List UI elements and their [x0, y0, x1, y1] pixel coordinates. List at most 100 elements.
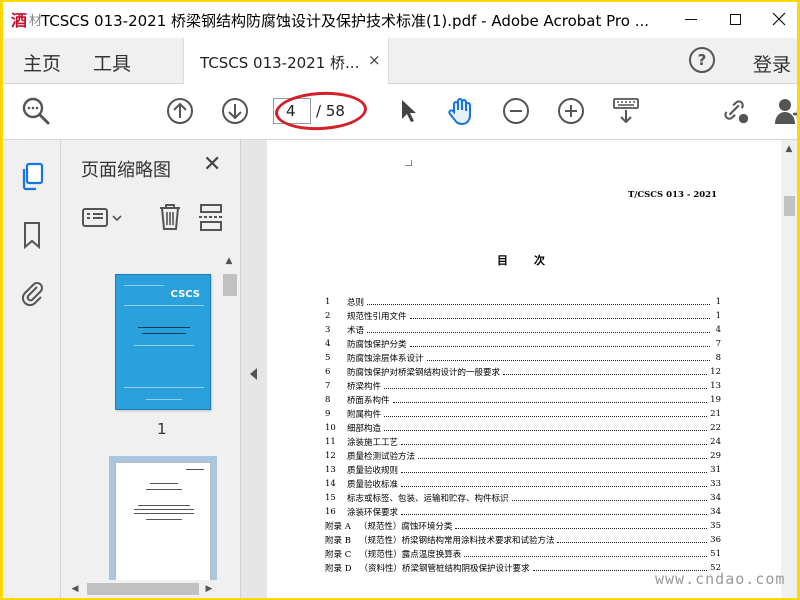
- zoom-out-icon[interactable]: [501, 96, 531, 126]
- toc-text: 质量检测试验方法: [347, 452, 416, 462]
- thumbnail-scrollbar[interactable]: ▲: [221, 248, 239, 578]
- toc-page-number: 36: [710, 535, 721, 545]
- toc-page-number: 12: [710, 367, 721, 377]
- close-window-button[interactable]: [759, 6, 797, 32]
- page-thumbnails-icon[interactable]: [18, 162, 46, 192]
- panel-collapse-strip[interactable]: [241, 140, 267, 598]
- toc-leader: [384, 411, 708, 417]
- toc-leader: [409, 313, 710, 319]
- thumb-line: [124, 305, 204, 306]
- toc-number: 4: [325, 339, 331, 349]
- toc-entry[interactable]: 13 质量验收规则 31: [325, 463, 721, 477]
- toc-entry[interactable]: 3 术语 4: [325, 323, 721, 337]
- thumb-line: [142, 333, 186, 334]
- toc-entry[interactable]: 11 涂装施工工艺 24: [325, 435, 721, 449]
- toc-number: 7: [325, 381, 331, 391]
- thumb-line: [124, 387, 204, 388]
- toc-entry[interactable]: 5 防腐蚀涂层体系设计 8: [325, 351, 721, 365]
- document-view[interactable]: T/CSCS 013 - 2021 目次 1 总则 1 2 规范性引用文件 1 3 术语 4 4 防…: [267, 140, 781, 598]
- toc-number: 13: [325, 465, 336, 475]
- hscrollbar-thumb[interactable]: [87, 583, 199, 595]
- page-up-icon[interactable]: [165, 96, 195, 126]
- tab-home[interactable]: 主页: [23, 49, 61, 76]
- toc-leader: [384, 383, 708, 389]
- toc-entry[interactable]: 7 桥梁构件 13: [325, 379, 721, 393]
- toc-page-number: 22: [710, 423, 721, 433]
- zoom-search-icon[interactable]: [21, 96, 51, 126]
- toc-text: 防腐蚀保护分类: [347, 340, 407, 350]
- bookmark-icon[interactable]: [18, 220, 46, 250]
- link-share-icon[interactable]: [721, 96, 751, 126]
- toc-text: （规范性）腐蚀环境分类: [358, 522, 453, 532]
- zoom-in-icon[interactable]: [556, 96, 586, 126]
- toc-page-number: 13: [710, 381, 721, 391]
- hand-tool-icon[interactable]: [446, 96, 476, 126]
- toc-entry[interactable]: 10 细部构造 22: [325, 421, 721, 435]
- tab-document[interactable]: TCSCS 013-2021 桥... ×: [183, 38, 389, 84]
- toc-page-number: 21: [710, 409, 721, 419]
- toc-entry[interactable]: 12 质量检测试验方法 29: [325, 449, 721, 463]
- toc-page-number: 31: [710, 465, 721, 475]
- toc-entry[interactable]: 附录 B （规范性）桥梁钢结构常用涂料技术要求和试验方法 36: [325, 533, 721, 547]
- thumbnail-page-2[interactable]: [115, 462, 211, 586]
- delete-page-icon[interactable]: [157, 202, 183, 236]
- select-arrow-icon[interactable]: [393, 96, 423, 126]
- toc-text: 涂装施工工艺: [347, 438, 399, 448]
- toc-entry[interactable]: 8 桥面系构件 19: [325, 393, 721, 407]
- thumbnail-options-icon[interactable]: [81, 204, 125, 236]
- user-add-icon[interactable]: [773, 96, 797, 126]
- toc-entry[interactable]: 16 涂装环保要求 34: [325, 505, 721, 519]
- toc-text: 总则: [347, 298, 365, 308]
- login-button[interactable]: 登录: [753, 50, 791, 77]
- toc-entry[interactable]: 4 防腐蚀保护分类 7: [325, 337, 721, 351]
- toc-number: 附录 A: [325, 522, 351, 532]
- page-down-icon[interactable]: [220, 96, 250, 126]
- toc-leader: [464, 551, 708, 557]
- toc-number: 12: [325, 451, 336, 461]
- toc-number: 附录 C: [325, 550, 352, 560]
- toc-entry[interactable]: 9 附属构件 21: [325, 407, 721, 421]
- minimize-button[interactable]: [671, 6, 711, 32]
- toc-leader: [367, 327, 710, 333]
- toc-entry[interactable]: 15 标志或标签、包装、运输和贮存、构件标识 34: [325, 491, 721, 505]
- toc-leader: [401, 467, 708, 473]
- scroll-up-icon[interactable]: ▲: [221, 256, 237, 266]
- thumb-line: [134, 509, 194, 510]
- toc-number: 3: [325, 325, 331, 335]
- keyboard-scroll-icon[interactable]: [611, 96, 641, 126]
- scrollbar-thumb[interactable]: [223, 274, 237, 296]
- crop-pages-icon[interactable]: [197, 202, 225, 236]
- toc-page-number: 33: [710, 479, 721, 489]
- toc-leader: [384, 425, 708, 431]
- toc-leader: [367, 299, 710, 305]
- toc-page-number: 7: [715, 339, 721, 349]
- help-icon[interactable]: ?: [689, 47, 715, 73]
- toc-entry[interactable]: 2 规范性引用文件 1: [325, 309, 721, 323]
- toc-leader: [401, 481, 708, 487]
- thumbnail-cover-label: CSCS: [170, 289, 200, 300]
- scroll-left-icon[interactable]: ◀: [67, 584, 83, 594]
- maximize-button[interactable]: [715, 6, 755, 32]
- thumbnail-hscrollbar[interactable]: ◀ ▶: [61, 580, 221, 598]
- toc-entry[interactable]: 附录 A （规范性）腐蚀环境分类 35: [325, 519, 721, 533]
- toc-leader: [455, 523, 708, 529]
- minimize-icon: [685, 18, 697, 20]
- thumbnail-page-1[interactable]: CSCS: [115, 274, 211, 410]
- thumb-line: [146, 399, 182, 400]
- document-scrollbar[interactable]: ▲: [781, 140, 797, 598]
- tab-tools[interactable]: 工具: [93, 49, 131, 76]
- close-panel-button[interactable]: ✕: [203, 152, 221, 177]
- close-tab-button[interactable]: ×: [368, 51, 381, 69]
- crop-mark: [411, 160, 412, 166]
- scroll-right-icon[interactable]: ▶: [201, 584, 217, 594]
- toc-entry[interactable]: 1 总则 1: [325, 295, 721, 309]
- attachment-icon[interactable]: [18, 278, 46, 308]
- scroll-up-icon[interactable]: ▲: [781, 144, 797, 154]
- scrollbar-thumb[interactable]: [784, 196, 795, 216]
- toc-entry[interactable]: 6 防腐蚀保护对桥梁钢结构设计的一般要求 12: [325, 365, 721, 379]
- thumb-line: [138, 327, 190, 328]
- thumb-line: [134, 345, 194, 346]
- toc-entry[interactable]: 附录 C （规范性）露点温度换算表 51: [325, 547, 721, 561]
- toc-entry[interactable]: 14 质量验收标准 33: [325, 477, 721, 491]
- table-of-contents: 1 总则 1 2 规范性引用文件 1 3 术语 4 4 防腐蚀保护分类 7 5 防腐蚀涂层体系设计 8 6 防腐…: [325, 295, 721, 575]
